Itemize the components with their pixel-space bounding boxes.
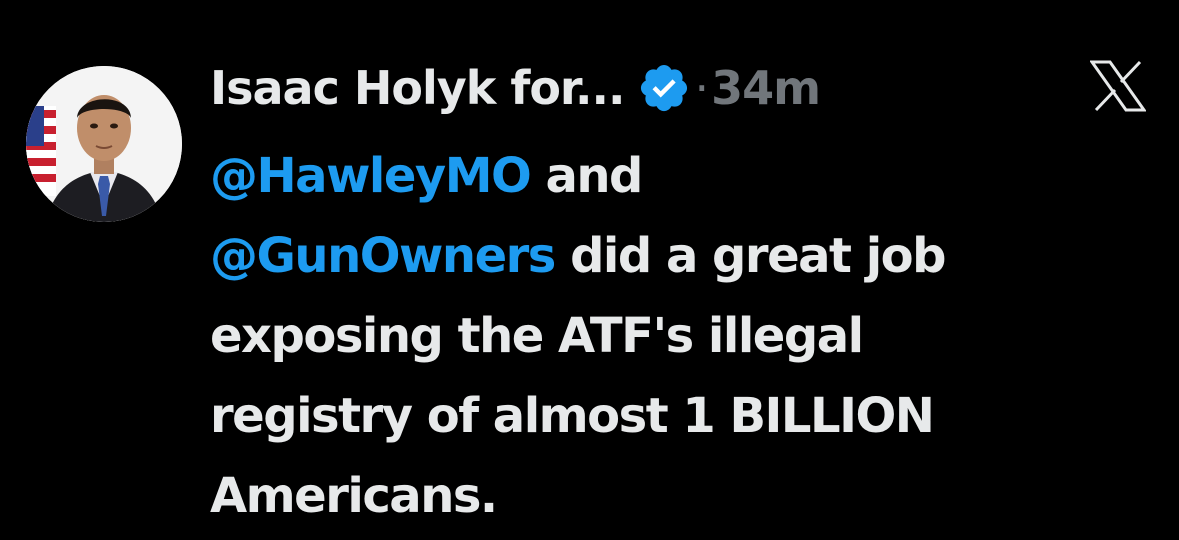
separator-dot: · (694, 61, 710, 115)
tweet-line: exposing the ATF's illegal (210, 308, 864, 364)
tweet-text: @HawleyMO and @GunOwners did a great job… (210, 136, 1170, 536)
timestamp[interactable]: 34m (711, 61, 821, 115)
avatar[interactable] (26, 66, 182, 222)
tweet-card[interactable]: Isaac Holyk for... · 34m @HawleyMO and @… (0, 0, 1179, 540)
tweet-text-fragment: did a great job (554, 228, 946, 284)
display-name[interactable]: Isaac Holyk for... (210, 61, 625, 115)
verified-badge-icon[interactable] (637, 61, 691, 115)
x-logo-icon (1089, 60, 1147, 112)
tweet-line: Americans. (210, 468, 498, 524)
tweet-header: Isaac Holyk for... · 34m (210, 56, 821, 120)
tweet-text-fragment: and (530, 148, 643, 204)
avatar-photo (26, 66, 182, 222)
mention-hawleymo[interactable]: @HawleyMO (210, 148, 532, 204)
tweet-line: @GunOwners did a great job (210, 216, 1170, 296)
tweet-line: @HawleyMO and (210, 136, 1170, 216)
mention-gunowners[interactable]: @GunOwners (210, 228, 556, 284)
tweet-line: registry of almost 1 BILLION (210, 388, 935, 444)
